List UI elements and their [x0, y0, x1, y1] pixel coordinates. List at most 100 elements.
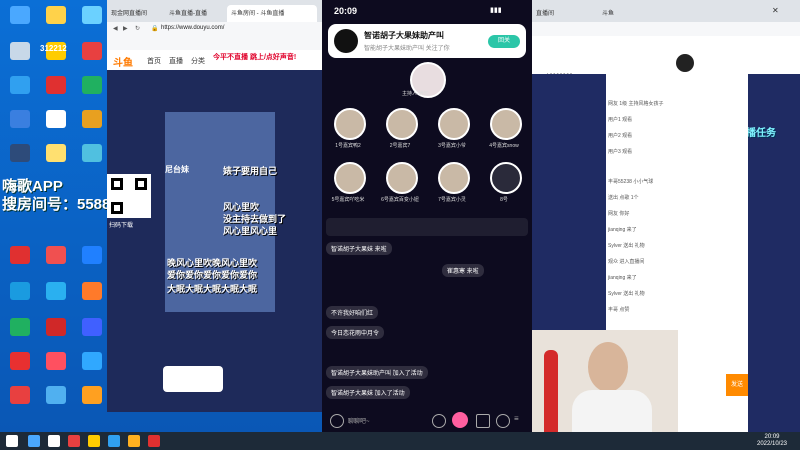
app-icon[interactable]: [48, 435, 60, 447]
app-icon[interactable]: [82, 110, 102, 128]
app-icon[interactable]: [148, 435, 160, 447]
refresh-icon[interactable]: ↻: [135, 25, 140, 32]
seat-avatar[interactable]: [386, 162, 418, 194]
app-icon[interactable]: [82, 246, 102, 264]
promo-text: 嗨歌APP 搜房间号：5588: [2, 178, 110, 214]
tab[interactable]: 斗鱼直播-直播: [169, 8, 225, 17]
recycle-icon[interactable]: [10, 42, 30, 60]
gift-panel[interactable]: [163, 366, 223, 392]
app-icon[interactable]: [10, 352, 30, 370]
url-text[interactable]: https://www.douyu.com/: [161, 25, 224, 31]
app-icon[interactable]: [82, 386, 102, 404]
stream-area: 扫码下载 尼台妹 婊子要用自己 风心里吹 没主持去做到了 风心里风心里 晚风心里…: [107, 70, 322, 412]
network-icon[interactable]: [82, 6, 102, 24]
browser-icon[interactable]: [28, 435, 40, 447]
overlay-text: 婊子要用自己: [223, 166, 278, 176]
app-icon[interactable]: [128, 435, 140, 447]
app-icon[interactable]: [46, 76, 66, 94]
send-button[interactable]: 发送: [726, 374, 748, 396]
person-face: [588, 342, 628, 392]
seat-avatar[interactable]: [490, 108, 522, 140]
seat-avatar[interactable]: [334, 162, 366, 194]
app-icon[interactable]: [46, 282, 66, 300]
computer-icon[interactable]: [10, 6, 30, 24]
side-label: 尼台妹: [165, 165, 189, 174]
chat-row: 用户2 观看: [608, 133, 633, 139]
bottom-toolbar: 聊聊吧~ ≡: [326, 410, 528, 432]
clock-time[interactable]: 20:09: [748, 434, 796, 440]
chat-row: jianqing 来了: [608, 227, 637, 233]
address-bar[interactable]: [532, 22, 800, 36]
app-icon[interactable]: [82, 352, 102, 370]
app-icon[interactable]: [10, 246, 30, 264]
host-label: 主持人-满知: [402, 91, 429, 97]
chat-message: 智诺胡子大果妹 来啦: [326, 242, 392, 255]
close-icon[interactable]: ✕: [772, 6, 779, 15]
app-icon[interactable]: [46, 144, 66, 162]
app-icon[interactable]: [82, 42, 102, 60]
app-icon[interactable]: [108, 435, 120, 447]
chat-message: 崔惠寒 来啦: [442, 264, 484, 277]
app-icon[interactable]: [10, 110, 30, 128]
notification-title: 智诺胡子大果妹助产叫: [364, 31, 444, 40]
back-icon[interactable]: ◀: [113, 25, 118, 32]
app-icon[interactable]: [10, 318, 30, 336]
user-icon[interactable]: [46, 6, 66, 24]
seat-avatar[interactable]: [490, 162, 522, 194]
seat-label: 4号嘉宾snow: [489, 143, 519, 149]
app-icon[interactable]: [82, 282, 102, 300]
battery-icon: ▮▮▮: [490, 7, 502, 14]
app-icon[interactable]: [46, 110, 66, 128]
address-bar[interactable]: ◀ ▶ ↻ 🔒 https://www.douyu.com/: [107, 22, 322, 37]
promo-line-1: 嗨歌APP: [2, 178, 63, 195]
nav-item[interactable]: 分类: [191, 56, 205, 66]
seat-avatar[interactable]: [438, 162, 470, 194]
seat-avatar[interactable]: [386, 108, 418, 140]
start-button[interactable]: [6, 435, 18, 447]
message-icon[interactable]: [476, 414, 490, 428]
site-logo[interactable]: 斗鱼: [113, 54, 133, 69]
clock-date[interactable]: 2022/10/23: [748, 441, 796, 447]
chat-top-bar: [326, 218, 528, 236]
tab[interactable]: 现金网直播间: [111, 8, 167, 17]
nav-item[interactable]: 直播: [169, 56, 183, 66]
app-icon[interactable]: [82, 76, 102, 94]
seat-label: 5号嘉宾吖吃米: [331, 197, 365, 203]
app-icon[interactable]: [46, 352, 66, 370]
forward-icon[interactable]: ▶: [123, 25, 128, 32]
seat-avatar[interactable]: [334, 108, 366, 140]
app-icon[interactable]: [82, 144, 102, 162]
app-icon[interactable]: [10, 386, 30, 404]
app-icon[interactable]: [10, 282, 30, 300]
tab-strip: 现金网直播间 斗鱼直播-直播 斗鱼房间 - 斗鱼直播: [107, 0, 322, 22]
nav-item[interactable]: 首页: [147, 56, 161, 66]
follow-back-button[interactable]: 回关: [488, 35, 520, 48]
app-icon[interactable]: [46, 386, 66, 404]
tab-strip: 直播间 斗鱼 ✕: [532, 0, 800, 22]
emoji-icon[interactable]: [432, 414, 446, 428]
seat-label: 2号嘉宾7: [389, 143, 411, 149]
app-icon[interactable]: [46, 318, 66, 336]
tab[interactable]: 直播间: [536, 8, 596, 17]
browser-window-left: 现金网直播间 斗鱼直播-直播 斗鱼房间 - 斗鱼直播 ◀ ▶ ↻ 🔒 https…: [107, 0, 322, 412]
seat-avatar[interactable]: [438, 108, 470, 140]
chat-message: 今日恋花雨中月令: [326, 326, 385, 339]
tab[interactable]: 斗鱼: [602, 8, 662, 17]
mic-icon[interactable]: [330, 414, 344, 428]
app-icon[interactable]: [46, 246, 66, 264]
qr-code[interactable]: [107, 174, 151, 218]
profile-icon[interactable]: [496, 414, 510, 428]
notification-banner[interactable]: 智诺胡子大果妹助产叫 智能胡子大果妹助产叫 关注了你 回关: [328, 24, 526, 58]
app-icon[interactable]: [82, 318, 102, 336]
app-icon[interactable]: [10, 76, 30, 94]
seat-label: 8号: [500, 197, 508, 203]
avatar[interactable]: [676, 54, 694, 72]
app-icon[interactable]: [10, 144, 30, 162]
app-icon[interactable]: [88, 435, 100, 447]
app-icon[interactable]: [68, 435, 80, 447]
more-icon[interactable]: ≡: [514, 414, 526, 426]
gift-icon[interactable]: [452, 412, 468, 428]
chat-input[interactable]: 聊聊吧~: [348, 416, 370, 425]
tab-active[interactable]: 斗鱼房间 - 斗鱼直播: [227, 5, 317, 22]
chat-row: jianqing 来了: [608, 275, 637, 281]
